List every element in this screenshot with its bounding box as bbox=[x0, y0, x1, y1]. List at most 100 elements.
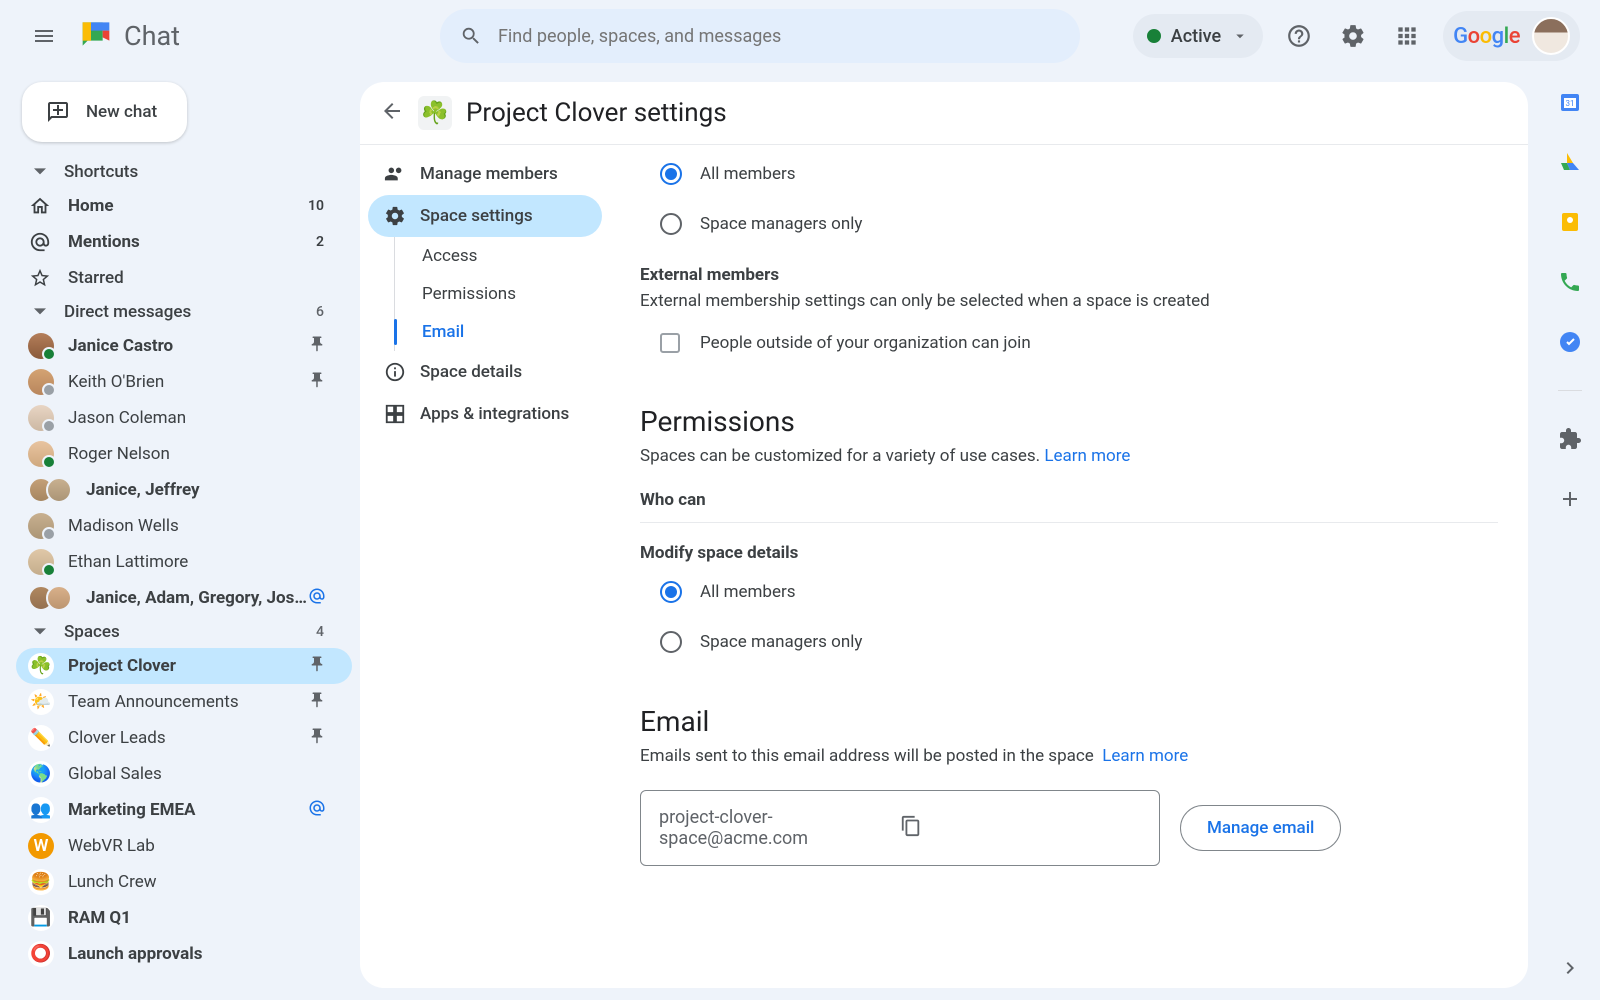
google-logo: Google bbox=[1453, 24, 1520, 49]
nav-starred[interactable]: Starred bbox=[16, 260, 352, 296]
main-panel: ☘️ Project Clover settings Manage member… bbox=[360, 82, 1528, 988]
chat-logo-icon bbox=[76, 14, 116, 58]
email-learn-more-link[interactable]: Learn more bbox=[1102, 746, 1188, 766]
email-address-box: project-clover-space@acme.com bbox=[640, 790, 1160, 866]
arrow-back-icon bbox=[380, 99, 404, 123]
chevron-down-icon bbox=[1231, 27, 1249, 45]
calendar-app-icon[interactable]: 31 bbox=[1558, 90, 1582, 114]
chevron-down-icon bbox=[28, 306, 52, 318]
dm-section-header[interactable]: Direct messages 6 bbox=[16, 296, 352, 328]
spaces-section-header[interactable]: Spaces 4 bbox=[16, 616, 352, 648]
subnav-permissions[interactable]: Permissions bbox=[402, 275, 602, 313]
email-heading: Email bbox=[640, 705, 1498, 738]
who-can-heading: Who can bbox=[640, 490, 1498, 523]
status-text: Active bbox=[1171, 26, 1221, 47]
left-sidebar: New chat Shortcuts Home 10 Mentions 2 St… bbox=[0, 0, 360, 1000]
radio-icon bbox=[660, 213, 682, 235]
apps-button[interactable] bbox=[1389, 18, 1425, 54]
search-bar[interactable] bbox=[440, 9, 1080, 63]
right-rail: 31 bbox=[1540, 0, 1600, 1000]
dm-item[interactable]: Janice, Adam, Gregory, Jose… bbox=[16, 580, 352, 616]
space-name: Clover Leads bbox=[68, 728, 308, 748]
dm-item[interactable]: Ethan Lattimore bbox=[16, 544, 352, 580]
dm-name: Ethan Lattimore bbox=[68, 552, 340, 572]
nav-space-details[interactable]: Space details bbox=[368, 351, 602, 393]
subnav-access[interactable]: Access bbox=[402, 237, 602, 275]
keep-app-icon[interactable] bbox=[1558, 210, 1582, 234]
main-menu-button[interactable] bbox=[20, 12, 68, 60]
space-item[interactable]: 🌎Global Sales bbox=[16, 756, 352, 792]
back-button[interactable] bbox=[380, 99, 404, 127]
space-item[interactable]: ✏️ Clover Leads bbox=[16, 720, 352, 756]
dm-name: Janice, Adam, Gregory, Jose… bbox=[86, 588, 308, 608]
app-logo: Chat bbox=[76, 14, 180, 58]
nav-home[interactable]: Home 10 bbox=[16, 188, 352, 224]
search-icon bbox=[460, 25, 482, 47]
nav-apps-integrations[interactable]: Apps & integrations bbox=[368, 393, 602, 435]
space-name: Marketing EMEA bbox=[68, 800, 308, 820]
nav-mentions[interactable]: Mentions 2 bbox=[16, 224, 352, 260]
gear-icon bbox=[1340, 23, 1366, 49]
avatar-stack bbox=[28, 585, 72, 611]
google-account[interactable]: Google bbox=[1443, 11, 1580, 61]
apps-grid-icon bbox=[1394, 23, 1420, 49]
addons-icon[interactable] bbox=[1558, 427, 1582, 451]
drive-app-icon[interactable] bbox=[1558, 150, 1582, 174]
space-emoji-icon: ✏️ bbox=[28, 725, 54, 751]
pin-icon bbox=[308, 655, 340, 677]
status-selector[interactable]: Active bbox=[1133, 14, 1263, 58]
pin-icon bbox=[308, 691, 340, 713]
avatar-icon bbox=[28, 513, 54, 539]
space-item[interactable]: 💾RAM Q1 bbox=[16, 900, 352, 936]
help-button[interactable] bbox=[1281, 18, 1317, 54]
add-button[interactable] bbox=[1558, 487, 1582, 511]
pin-icon bbox=[308, 335, 340, 357]
subnav-email[interactable]: Email bbox=[402, 313, 602, 351]
dm-item[interactable]: Keith O'Brien bbox=[16, 364, 352, 400]
dm-name: Madison Wells bbox=[68, 516, 340, 536]
avatar-icon bbox=[28, 441, 54, 467]
dm-name: Janice, Jeffrey bbox=[86, 480, 340, 500]
at-icon bbox=[28, 231, 52, 253]
permissions-learn-more-link[interactable]: Learn more bbox=[1044, 446, 1130, 466]
expand-rail-button[interactable] bbox=[1558, 956, 1582, 980]
space-emoji-icon: 🌎 bbox=[28, 761, 54, 787]
space-emoji-icon: ☘️ bbox=[28, 653, 54, 679]
grid-icon bbox=[384, 403, 406, 425]
dm-item[interactable]: Janice, Jeffrey bbox=[16, 472, 352, 508]
dm-item[interactable]: Madison Wells bbox=[16, 508, 352, 544]
nav-space-settings[interactable]: Space settings bbox=[368, 195, 602, 237]
dm-item[interactable]: Janice Castro bbox=[16, 328, 352, 364]
space-item[interactable]: WWebVR Lab bbox=[16, 828, 352, 864]
space-item[interactable]: ⭕Launch approvals bbox=[16, 936, 352, 972]
radio-all-members-1[interactable]: All members bbox=[640, 153, 1498, 195]
space-item[interactable]: 👥Marketing EMEA bbox=[16, 792, 352, 828]
mention-icon bbox=[308, 799, 340, 821]
dm-name: Roger Nelson bbox=[68, 444, 340, 464]
new-chat-button[interactable]: New chat bbox=[22, 82, 187, 142]
search-input[interactable] bbox=[498, 26, 1060, 47]
space-name: Launch approvals bbox=[68, 944, 340, 964]
dm-item[interactable]: Roger Nelson bbox=[16, 436, 352, 472]
radio-all-members-2[interactable]: All members bbox=[640, 571, 1498, 613]
dm-item[interactable]: Jason Coleman bbox=[16, 400, 352, 436]
panel-header: ☘️ Project Clover settings bbox=[360, 82, 1528, 145]
space-emoji-icon: 🍔 bbox=[28, 869, 54, 895]
space-item[interactable]: 🌤️Team Announcements bbox=[16, 684, 352, 720]
settings-button[interactable] bbox=[1335, 18, 1371, 54]
external-checkbox-row[interactable]: People outside of your organization can … bbox=[640, 323, 1498, 363]
radio-managers-only-1[interactable]: Space managers only bbox=[640, 203, 1498, 245]
copy-email-button[interactable] bbox=[900, 815, 1141, 842]
tasks-app-icon[interactable] bbox=[1558, 330, 1582, 354]
radio-icon bbox=[660, 163, 682, 185]
shortcuts-section-header[interactable]: Shortcuts bbox=[16, 156, 352, 188]
mention-icon bbox=[308, 587, 340, 609]
nav-manage-members[interactable]: Manage members bbox=[368, 153, 602, 195]
voice-app-icon[interactable] bbox=[1558, 270, 1582, 294]
chevron-down-icon bbox=[28, 626, 52, 638]
space-item[interactable]: 🍔Lunch Crew bbox=[16, 864, 352, 900]
radio-icon bbox=[660, 631, 682, 653]
manage-email-button[interactable]: Manage email bbox=[1180, 805, 1341, 851]
radio-managers-only-2[interactable]: Space managers only bbox=[640, 621, 1498, 663]
space-item[interactable]: ☘️Project Clover bbox=[16, 648, 352, 684]
